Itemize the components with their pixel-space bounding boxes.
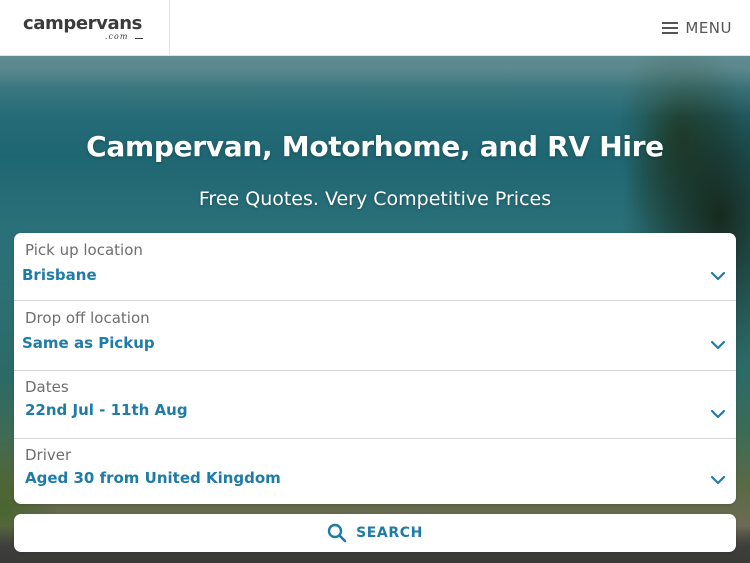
logo[interactable]: campervans .com (0, 0, 170, 56)
logo-domain: .com (105, 32, 144, 41)
hamburger-icon (662, 22, 679, 34)
dropoff-location-value: Same as Pickup (22, 334, 155, 352)
dropoff-location-select[interactable]: Drop off location Same as Pickup (14, 301, 736, 371)
dropoff-location-label: Drop off location (25, 309, 150, 327)
chevron-down-icon (710, 340, 726, 350)
pickup-location-label: Pick up location (25, 241, 143, 259)
dates-value: 22nd Jul - 11th Aug (25, 401, 188, 419)
page-title: Campervan, Motorhome, and RV Hire (86, 130, 664, 163)
pickup-location-value: Brisbane (22, 266, 97, 284)
search-icon (327, 523, 347, 543)
driver-select[interactable]: Driver Aged 30 from United Kingdom (14, 439, 736, 504)
driver-label: Driver (25, 446, 72, 464)
menu-button[interactable]: MENU (662, 16, 732, 40)
site-header: campervans .com MENU (0, 0, 750, 56)
logo-wordmark: campervans (23, 13, 142, 34)
dates-label: Dates (25, 378, 69, 396)
hero-sky-haze (0, 56, 750, 116)
chevron-down-icon (710, 271, 726, 281)
search-button[interactable]: SEARCH (14, 514, 736, 552)
page-subtitle: Free Quotes. Very Competitive Prices (198, 188, 552, 210)
driver-value: Aged 30 from United Kingdom (25, 469, 281, 487)
menu-label: MENU (685, 19, 732, 37)
chevron-down-icon (710, 475, 726, 485)
pickup-location-select[interactable]: Pick up location Brisbane (14, 233, 736, 301)
search-button-label: SEARCH (356, 525, 423, 541)
chevron-down-icon (710, 409, 726, 419)
search-form: Pick up location Brisbane Drop off locat… (14, 233, 736, 504)
dates-select[interactable]: Dates 22nd Jul - 11th Aug (14, 371, 736, 439)
